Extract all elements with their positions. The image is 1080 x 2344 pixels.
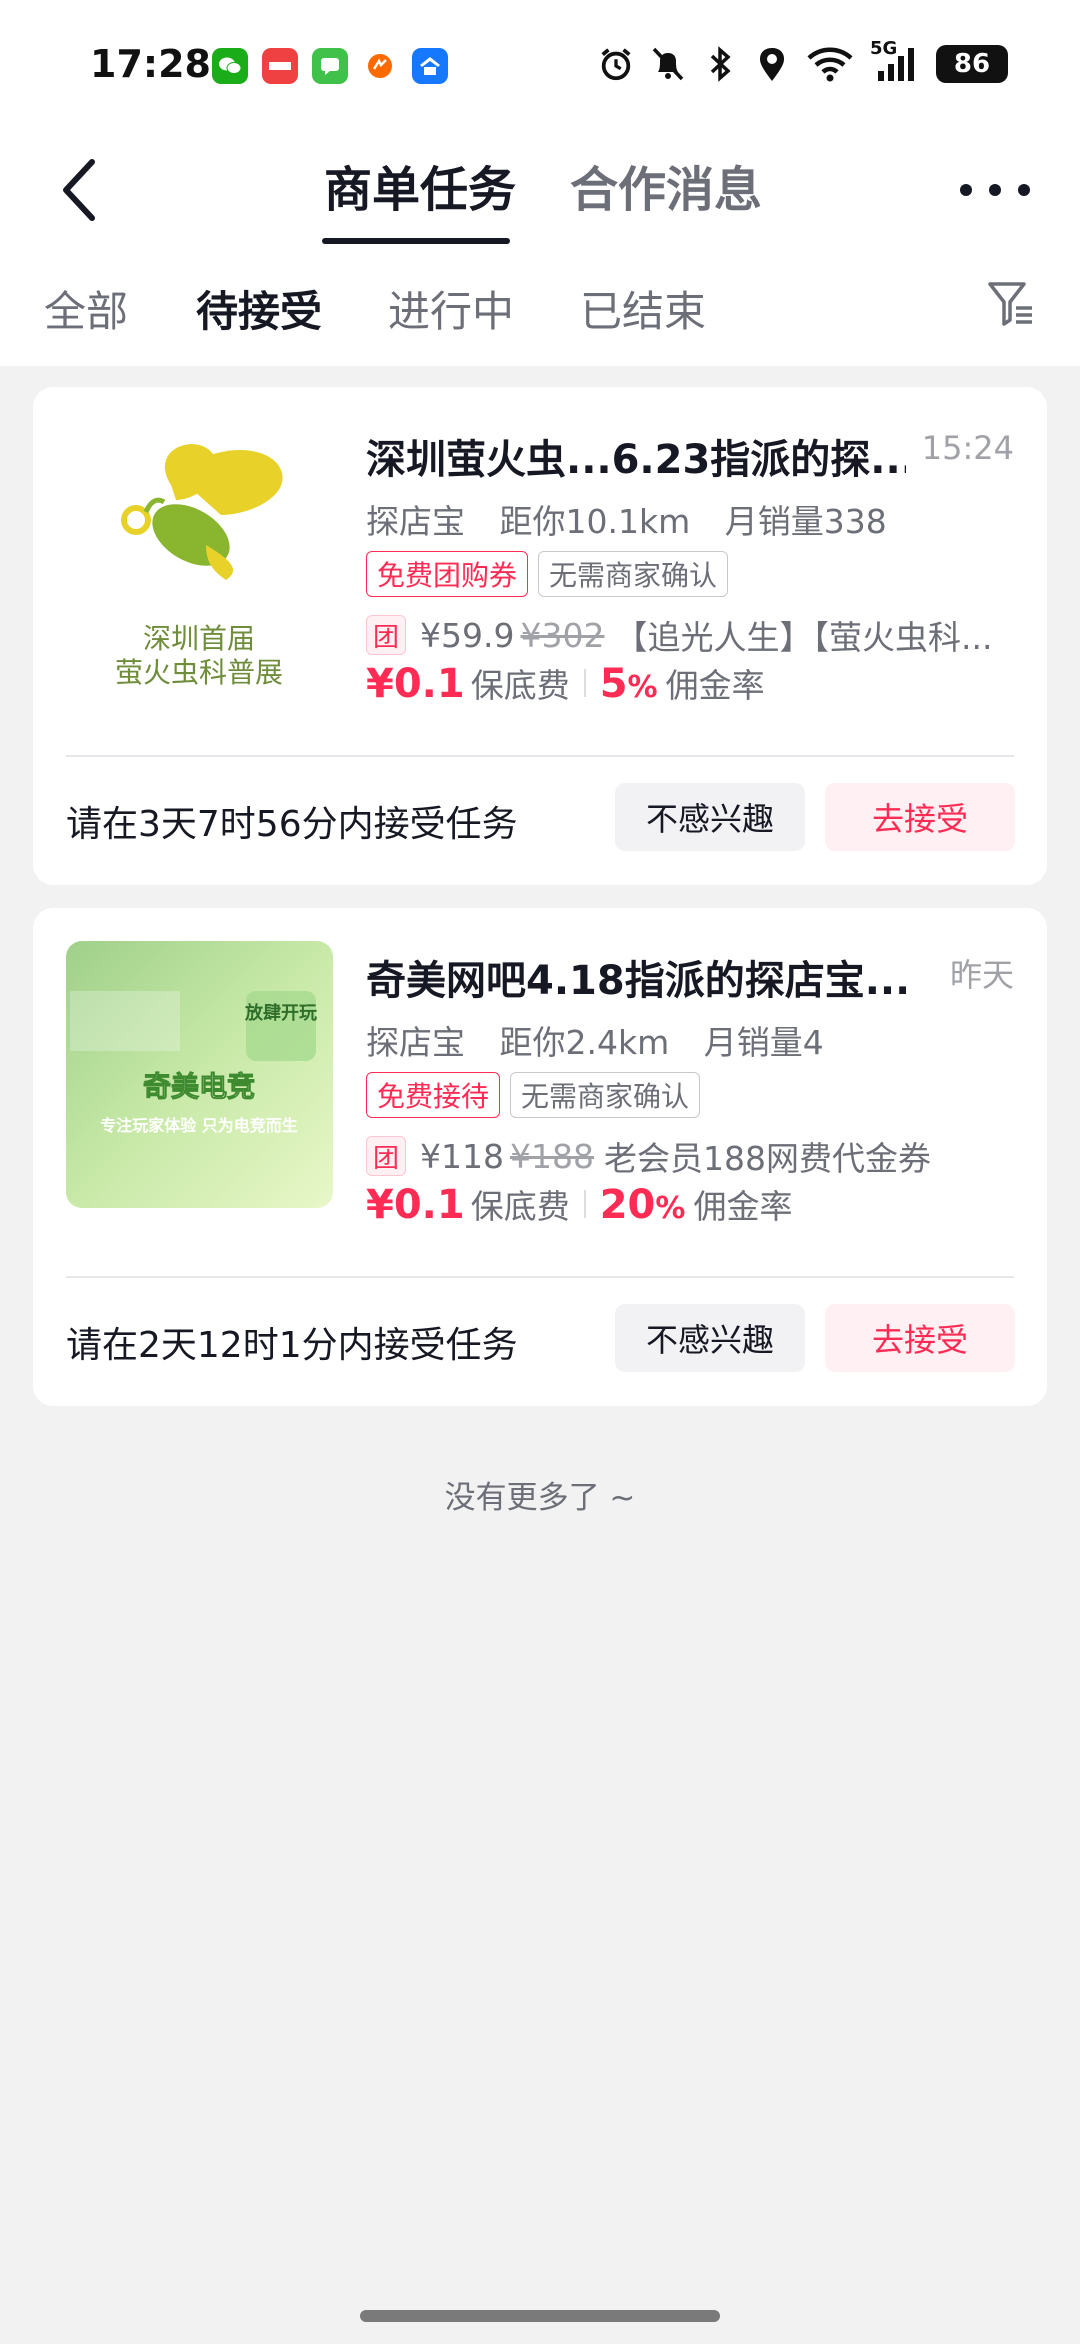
accept-deadline: 请在3天7时56分内接受任务 <box>66 804 518 845</box>
task-title: 奇美网吧4.18指派的探店宝... <box>366 958 906 1004</box>
task-fee-row: ¥0.1 保底费 5 % 佣金率 <box>366 659 765 707</box>
bluetooth-icon <box>702 44 738 84</box>
wifi-icon <box>806 44 854 84</box>
task-fee-row: ¥0.1 保底费 20 % 佣金率 <box>366 1180 792 1228</box>
esports-poster-icon: 放肆开玩 奇美电竞 专注玩家体验 只为电竞而生 <box>70 991 317 1135</box>
tab-cooperation-messages[interactable]: 合作消息 <box>570 150 762 220</box>
status-filter-bar: 全部 待接受 进行中 已结束 <box>0 250 1080 366</box>
fee-divider <box>583 1190 586 1218</box>
back-arrow-icon <box>63 159 95 221</box>
back-button[interactable] <box>50 150 110 230</box>
not-interested-button[interactable]: 不感兴趣 <box>615 1304 805 1372</box>
commission-rate-value: 20 <box>599 1182 656 1228</box>
battery-indicator: 86 <box>936 45 1008 83</box>
commission-rate-label: 佣金率 <box>665 666 765 705</box>
list-end-text: 没有更多了 ~ <box>444 1480 636 1516</box>
badge-no-confirm: 无需商家确认 <box>510 1072 701 1118</box>
wechat-icon <box>212 48 248 84</box>
base-fee-value: ¥0.1 <box>366 661 465 707</box>
filter-tab-in-progress[interactable]: 进行中 <box>388 278 514 339</box>
thumb-line-1: 深圳首届 <box>143 622 255 655</box>
filter-icon[interactable] <box>986 278 1038 330</box>
task-thumbnail: 深圳首届 萤火虫科普展 <box>66 420 333 687</box>
location-icon <box>754 44 790 84</box>
product-name: 老会员188网费代金券 <box>603 1139 931 1178</box>
home-indicator[interactable] <box>360 2310 720 2322</box>
task-price-row: 团 ¥59.9 ¥302 【追光人生】【萤火虫科... <box>366 611 1016 659</box>
badge-no-confirm: 无需商家确认 <box>538 551 729 597</box>
card-divider <box>66 755 1014 757</box>
commission-rate-value: 5 <box>599 661 628 707</box>
badge-free-reception: 免费接待 <box>366 1072 501 1118</box>
task-monthly-sales: 月销量4 <box>703 1023 824 1062</box>
task-distance: 距你2.4km <box>499 1023 670 1062</box>
task-type: 探店宝 <box>366 502 465 541</box>
accept-button[interactable]: 去接受 <box>825 1304 1015 1372</box>
filter-tab-ended[interactable]: 已结束 <box>580 278 706 339</box>
price-original: ¥188 <box>509 1136 594 1176</box>
product-name: 【追光人生】【萤火虫科... <box>614 618 993 657</box>
firefly-logo-icon: 深圳首届 萤火虫科普展 <box>115 444 283 687</box>
thumb-line-2: 萤火虫科普展 <box>115 656 283 687</box>
accept-deadline: 请在2天12时1分内接受任务 <box>66 1325 518 1366</box>
app-orange-icon <box>362 48 398 84</box>
card-divider <box>66 1276 1014 1278</box>
network-type: 5G <box>870 38 898 59</box>
task-price-row: 团 ¥118 ¥188 老会员188网费代金券 <box>366 1132 1016 1180</box>
task-title: 深圳萤火虫...6.23指派的探... <box>366 437 906 483</box>
commission-rate-percent: % <box>627 670 658 705</box>
more-dot <box>960 184 972 196</box>
top-navigation: 商单任务 合作消息 <box>0 130 1080 250</box>
thumb-slogan: 放肆开玩 <box>244 1002 317 1024</box>
thumb-brand: 奇美电竞 <box>143 1070 255 1103</box>
messages-icon <box>312 48 348 84</box>
task-meta: 探店宝 距你10.1km 月销量338 <box>366 495 911 543</box>
task-type: 探店宝 <box>366 1023 465 1062</box>
notification-icons <box>212 48 448 84</box>
not-interested-button[interactable]: 不感兴趣 <box>615 783 805 851</box>
task-meta: 探店宝 距你2.4km 月销量4 <box>366 1016 848 1064</box>
commission-rate-percent: % <box>655 1191 686 1226</box>
status-time: 17:28 <box>90 42 211 86</box>
alarm-icon <box>598 44 634 84</box>
task-monthly-sales: 月销量338 <box>724 502 887 541</box>
base-fee-label: 保底费 <box>470 1187 570 1226</box>
system-icons: 5G 86 <box>598 38 1008 84</box>
task-card[interactable]: 放肆开玩 奇美电竞 专注玩家体验 只为电竞而生 奇美网吧4.18指派的探店宝..… <box>33 908 1047 1406</box>
filter-tab-all[interactable]: 全部 <box>44 278 128 339</box>
more-button[interactable] <box>960 160 1030 220</box>
toutiao-icon <box>262 48 298 84</box>
task-badges: 免费团购券 无需商家确认 <box>366 551 729 597</box>
task-card[interactable]: 深圳首届 萤火虫科普展 深圳萤火虫...6.23指派的探... 15:24 探店… <box>33 387 1047 885</box>
tab-business-tasks[interactable]: 商单任务 <box>324 150 516 220</box>
base-fee-value: ¥0.1 <box>366 1182 465 1228</box>
task-time: 15:24 <box>921 429 1014 467</box>
thumb-tagline: 专注玩家体验 只为电竞而生 <box>100 1116 298 1135</box>
status-bar: 17:28 5G 86 <box>0 0 1080 130</box>
base-fee-label: 保底费 <box>470 666 570 705</box>
price-original: ¥302 <box>520 615 605 655</box>
task-distance: 距你10.1km <box>499 502 691 541</box>
group-buy-icon: 团 <box>366 1136 406 1176</box>
commission-rate-label: 佣金率 <box>693 1187 793 1226</box>
price-current: ¥59.9 <box>420 615 515 655</box>
task-thumbnail: 放肆开玩 奇美电竞 专注玩家体验 只为电竞而生 <box>66 941 333 1208</box>
more-dot <box>1018 184 1030 196</box>
app-blue-icon <box>412 48 448 84</box>
more-dot <box>989 184 1001 196</box>
price-current: ¥118 <box>420 1136 504 1176</box>
filter-tab-pending[interactable]: 待接受 <box>196 278 322 339</box>
badge-free-voucher: 免费团购券 <box>366 551 529 597</box>
mute-icon <box>650 44 686 84</box>
task-time: 昨天 <box>949 956 1014 994</box>
fee-divider <box>583 669 586 697</box>
accept-button[interactable]: 去接受 <box>825 783 1015 851</box>
task-badges: 免费接待 无需商家确认 <box>366 1072 701 1118</box>
group-buy-icon: 团 <box>366 615 406 655</box>
tab-active-indicator <box>322 238 510 244</box>
cellular-signal-icon: 5G <box>870 38 920 84</box>
